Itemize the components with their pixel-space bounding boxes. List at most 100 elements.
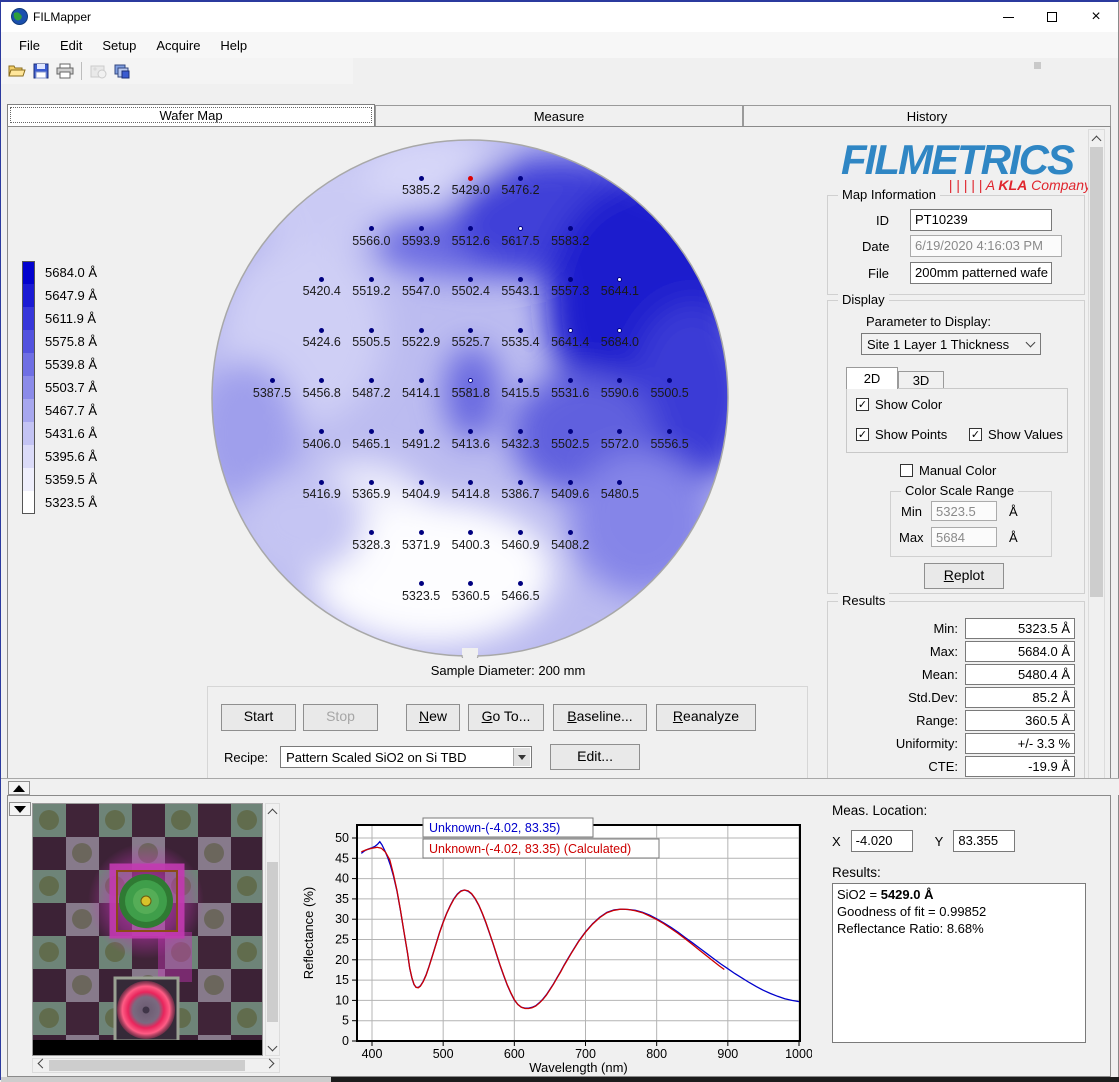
recipe-dropdown-icon[interactable] bbox=[513, 748, 530, 766]
menu-edit[interactable]: Edit bbox=[50, 34, 92, 57]
tab-2d[interactable]: 2D bbox=[846, 367, 898, 389]
measurement-point[interactable] bbox=[568, 226, 573, 231]
measurement-point[interactable] bbox=[518, 429, 523, 434]
color-swatch bbox=[22, 422, 35, 445]
id-label: ID bbox=[876, 213, 889, 228]
camera-view bbox=[32, 803, 263, 1056]
scroll-up-icon[interactable] bbox=[266, 804, 279, 819]
manual-color-checkbox[interactable]: Manual Color bbox=[900, 463, 996, 478]
max-unit: Å bbox=[1009, 530, 1018, 545]
color-scale-value: 5395.6 Å bbox=[45, 449, 97, 464]
show-color-checkbox[interactable]: ✓Show Color bbox=[856, 397, 942, 412]
measurement-point[interactable] bbox=[568, 429, 573, 434]
minimize-icon[interactable] bbox=[986, 2, 1030, 32]
measurement-point[interactable] bbox=[419, 480, 424, 485]
chart-element: 45 bbox=[335, 851, 349, 865]
y-coordinate-field[interactable]: 83.355 bbox=[953, 830, 1015, 852]
file-label: File bbox=[868, 266, 889, 281]
camera-h-scrollbar[interactable] bbox=[32, 1058, 280, 1073]
thickness-value: 5556.5 bbox=[638, 437, 702, 451]
collapse-up-icon[interactable] bbox=[8, 781, 30, 795]
replot-button[interactable]: Replot bbox=[924, 563, 1004, 589]
color-scale-value: 5575.8 Å bbox=[45, 334, 97, 349]
tab-history[interactable]: History bbox=[743, 105, 1111, 126]
measurement-point[interactable] bbox=[369, 480, 374, 485]
measurement-point[interactable] bbox=[518, 176, 523, 181]
measurement-point[interactable] bbox=[568, 328, 573, 333]
chart-element: 900 bbox=[717, 1047, 738, 1061]
color-scale-value: 5647.9 Å bbox=[45, 288, 97, 303]
measurement-point[interactable] bbox=[419, 429, 424, 434]
menu-file[interactable]: File bbox=[9, 34, 50, 57]
measurement-point[interactable] bbox=[270, 378, 275, 383]
parameter-label: Parameter to Display: bbox=[866, 314, 991, 329]
selected-measurement-point[interactable] bbox=[468, 176, 473, 181]
show-values-checkbox[interactable]: ✓Show Values bbox=[969, 427, 1063, 442]
measurement-point[interactable] bbox=[369, 277, 374, 282]
measurement-point[interactable] bbox=[419, 328, 424, 333]
measurement-point[interactable] bbox=[568, 480, 573, 485]
measure-panel: 4005006007008009001000051015202530354045… bbox=[7, 795, 1111, 1077]
file-field[interactable]: 200mm patterned wafe bbox=[910, 262, 1052, 284]
goto-button[interactable]: Go To... bbox=[468, 704, 544, 731]
id-field[interactable]: PT10239 bbox=[910, 209, 1052, 231]
measurement-point[interactable] bbox=[369, 328, 374, 333]
scroll-up-icon[interactable] bbox=[1089, 130, 1104, 146]
measurement-point[interactable] bbox=[419, 378, 424, 383]
scrollbar-thumb[interactable] bbox=[1090, 147, 1103, 597]
measurement-point[interactable] bbox=[419, 277, 424, 282]
menu-bar: FileEditSetupAcquireHelp bbox=[1, 32, 1118, 58]
measurement-point[interactable] bbox=[518, 328, 523, 333]
collapse-down-icon[interactable] bbox=[9, 802, 31, 816]
new-button[interactable]: New bbox=[406, 704, 460, 731]
scrollbar-thumb[interactable] bbox=[49, 1060, 245, 1071]
scroll-left-icon[interactable] bbox=[33, 1059, 48, 1072]
menu-help[interactable]: Help bbox=[210, 34, 257, 57]
pane-splitter[interactable] bbox=[1, 778, 1119, 795]
menu-acquire[interactable]: Acquire bbox=[146, 34, 210, 57]
parameter-select[interactable]: Site 1 Layer 1 Thickness bbox=[861, 333, 1041, 355]
measurement-point[interactable] bbox=[369, 429, 374, 434]
x-coordinate-field[interactable]: -4.020 bbox=[851, 830, 913, 852]
print-icon[interactable] bbox=[53, 60, 77, 82]
scroll-right-icon[interactable] bbox=[264, 1059, 279, 1072]
edit-recipe-button[interactable]: Edit... bbox=[550, 744, 640, 770]
chart-element: 400 bbox=[362, 1047, 383, 1061]
measurement-point[interactable] bbox=[319, 328, 324, 333]
measurement-point[interactable] bbox=[568, 277, 573, 282]
recipe-select[interactable]: Pattern Scaled SiO2 on Si TBD bbox=[280, 746, 532, 768]
measurement-point[interactable] bbox=[468, 328, 473, 333]
measurement-point[interactable] bbox=[518, 480, 523, 485]
measurement-point[interactable] bbox=[518, 277, 523, 282]
chart-element: 800 bbox=[646, 1047, 667, 1061]
measurement-point[interactable] bbox=[419, 226, 424, 231]
tab-wafer-map[interactable]: Wafer Map bbox=[7, 104, 375, 126]
measurement-point[interactable] bbox=[419, 581, 424, 586]
save-icon[interactable] bbox=[29, 60, 53, 82]
result-label: Range: bbox=[828, 713, 958, 728]
spot-results-text[interactable]: SiO2 = 5429.0 Å Goodness of fit = 0.9985… bbox=[832, 883, 1086, 1043]
scrollbar-thumb[interactable] bbox=[267, 862, 278, 1022]
start-button[interactable]: Start bbox=[221, 704, 296, 731]
app-icon bbox=[11, 8, 28, 25]
show-points-checkbox[interactable]: ✓Show Points bbox=[856, 427, 947, 442]
parameter-dropdown-icon[interactable] bbox=[1022, 335, 1039, 353]
measurement-point[interactable] bbox=[419, 176, 424, 181]
acquisition-controls: Start Stop New Go To... Baseline... Rean… bbox=[207, 686, 808, 779]
maximize-icon[interactable] bbox=[1030, 2, 1074, 32]
baseline-button[interactable]: Baseline... bbox=[553, 704, 647, 731]
menu-setup[interactable]: Setup bbox=[92, 34, 146, 57]
reanalyze-button[interactable]: Reanalyze bbox=[656, 704, 756, 731]
right-panel-scrollbar[interactable] bbox=[1088, 129, 1105, 791]
tab-3d[interactable]: 3D bbox=[898, 371, 944, 389]
measurement-section: Meas. Location: X -4.020 Y 83.355 Result… bbox=[832, 803, 1094, 818]
measurement-point[interactable] bbox=[319, 480, 324, 485]
result-label: CTE: bbox=[828, 759, 958, 774]
color-scale-entry: 5467.7 Å bbox=[22, 399, 97, 422]
camera-v-scrollbar[interactable] bbox=[265, 803, 280, 1056]
open-file-icon[interactable] bbox=[5, 60, 29, 82]
tab-measure[interactable]: Measure bbox=[375, 105, 743, 126]
copy-icon[interactable] bbox=[110, 60, 134, 82]
scroll-down-icon[interactable] bbox=[266, 1040, 279, 1055]
close-icon[interactable]: × bbox=[1074, 2, 1118, 32]
